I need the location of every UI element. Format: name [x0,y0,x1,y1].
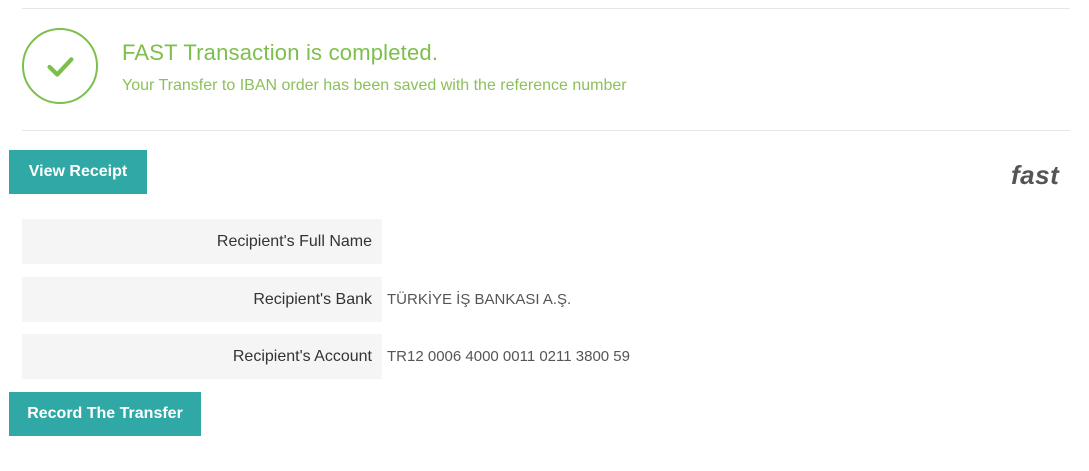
fast-logo-text: fast [1011,160,1060,190]
detail-value: TÜRKİYE İŞ BANKASI A.Ş. [387,291,572,308]
detail-row-full-name: Recipient's Full Name [22,219,922,264]
record-transfer-button[interactable]: Record The Transfer [9,392,201,436]
detail-label: Recipient's Full Name [22,219,382,264]
checkmark-circle-icon [22,28,98,104]
success-title: FAST Transaction is completed. [122,40,439,65]
detail-row-account: Recipient's Account TR12 0006 4000 0011 … [22,334,922,379]
detail-value: TR12 0006 4000 0011 0211 3800 59 [387,348,630,365]
section-divider [22,130,1070,131]
detail-row-bank: Recipient's Bank TÜRKİYE İŞ BANKASI A.Ş. [22,277,922,322]
detail-label: Recipient's Account [22,334,382,379]
fast-logo: fast [1011,160,1059,191]
success-subtitle: Your Transfer to IBAN order has been sav… [122,77,627,94]
detail-label: Recipient's Bank [22,277,382,322]
view-receipt-button[interactable]: View Receipt [9,150,147,194]
top-divider [22,8,1070,9]
